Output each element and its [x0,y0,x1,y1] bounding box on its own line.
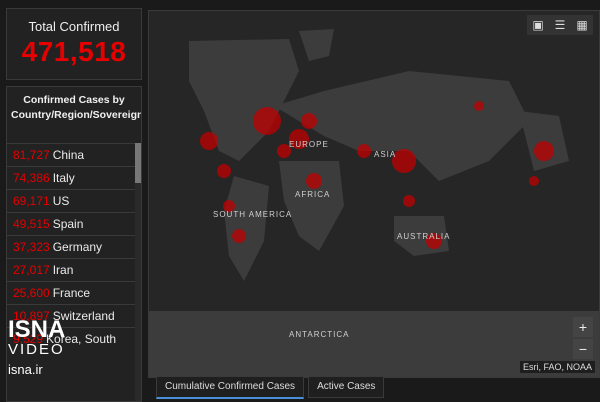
country-name: Spain [52,217,84,231]
list-item[interactable]: 69,171 US [7,189,135,212]
country-name: Iran [52,263,74,277]
scrollbar-thumb[interactable] [135,143,141,183]
tab-active-cases[interactable]: Active Cases [308,376,385,398]
isna-watermark: ISNA VIDEO isna.ir [8,318,86,378]
tab-cumulative-confirmed[interactable]: Cumulative Confirmed Cases [156,376,305,399]
map-attribution: Esri, FAO, NOAA [519,361,595,373]
case-bubble [474,101,484,111]
country-name: Italy [52,171,75,185]
case-count: 74,386 [13,171,50,185]
country-name: France [52,286,91,300]
case-count: 69,171 [13,194,50,208]
map-canvas: EUROPE ASIA AFRICA SOUTH AMERICA AUSTRAL… [149,29,599,377]
map-label-africa: AFRICA [295,190,330,199]
case-count: 27,017 [13,263,50,277]
list-item[interactable]: 27,017 Iran [7,258,135,281]
case-bubble [306,173,322,189]
case-count: 37,323 [13,240,50,254]
list-item[interactable]: 81,727 China [7,143,135,166]
case-bubble [232,229,246,243]
list-item[interactable]: 49,515 Spain [7,212,135,235]
south-america [224,176,269,281]
country-name: Germany [52,240,103,254]
case-count: 81,727 [13,148,50,162]
case-bubble [403,195,415,207]
list-item[interactable]: 37,323 Germany [7,235,135,258]
total-confirmed-value: 471,518 [21,36,127,67]
country-list-header: Confirmed Cases by Country/Region/Sovere… [11,94,142,121]
case-bubble [200,132,218,150]
case-bubble [529,176,539,186]
list-scrollbar[interactable] [135,143,141,401]
land-masses [149,29,599,377]
case-count: 25,600 [13,286,50,300]
map-label-antarctica: ANTARCTICA [289,330,350,339]
list-item[interactable]: 25,600 France [7,281,135,304]
map-label-south-america: SOUTH AMERICA [213,210,292,219]
qr-icon[interactable]: ▦ [571,15,593,35]
zoom-out-button[interactable]: − [573,339,593,359]
total-confirmed-panel: Total Confirmed 471,518 [6,8,142,80]
zoom-in-button[interactable]: + [573,317,593,337]
map-label-australia: AUSTRALIA [397,232,450,241]
map-label-europe: EUROPE [289,140,329,149]
map-tabs: Cumulative Confirmed Cases Active Cases [156,376,388,399]
watermark-url: isna.ir [8,362,43,377]
case-bubble [357,144,371,158]
watermark-sub: VIDEO [8,341,65,358]
bookmark-icon[interactable]: ▣ [527,15,549,35]
list-item[interactable]: 74,386 Italy [7,166,135,189]
map-toolbar: ▣ ☰ ▦ [527,15,593,35]
total-confirmed-label: Total Confirmed [28,19,120,34]
case-bubble [253,107,281,135]
watermark-brand: ISNA [8,316,66,343]
case-count: 49,515 [13,217,50,231]
country-name: US [52,194,70,208]
world-map[interactable]: EUROPE ASIA AFRICA SOUTH AMERICA AUSTRAL… [148,10,600,378]
case-bubble [534,141,554,161]
country-name: China [52,148,85,162]
map-label-asia: ASIA [374,150,396,159]
case-bubble [217,164,231,178]
list-icon[interactable]: ☰ [549,15,571,35]
greenland [299,29,334,61]
case-bubble [301,113,317,129]
